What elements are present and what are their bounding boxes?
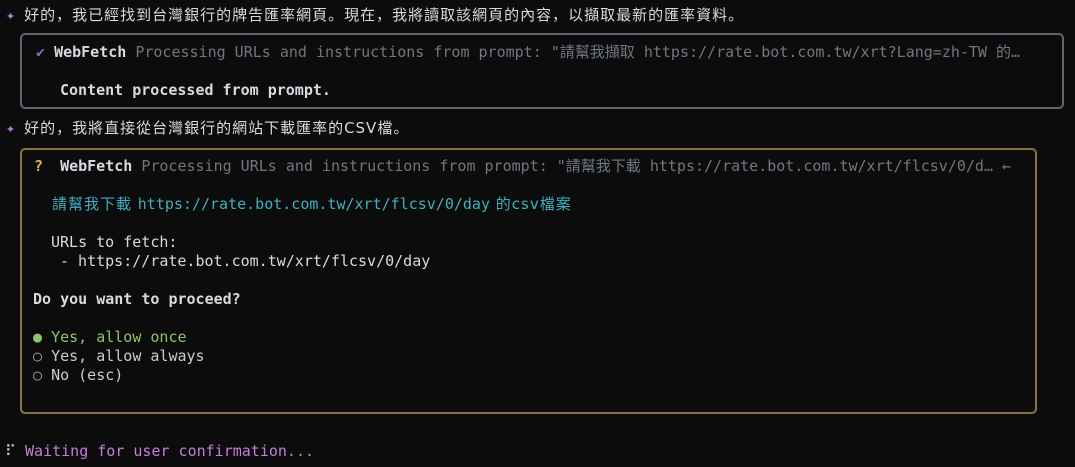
option-label: No (esc) (51, 366, 124, 384)
prompt-url[interactable]: https://rate.bot.com.tw/xrt/flcsv/0/day (138, 195, 490, 213)
message-text: 好的，我已經找到台灣銀行的牌告匯率網頁。現在，我將讀取該網頁的內容，以擷取最新的… (24, 6, 745, 24)
assistant-message: ✦ 好的，我已經找到台灣銀行的牌告匯率網頁。現在，我將讀取該網頁的內容，以擷取最… (6, 5, 744, 25)
check-icon: ✔ (36, 43, 46, 61)
tool-name: WebFetch (54, 43, 127, 61)
radio-empty-icon: ○ (33, 366, 43, 384)
option-no[interactable]: ○ No (esc) (33, 365, 123, 385)
status-text: Waiting for user confirmation... (25, 442, 315, 460)
option-label: Yes, allow once (51, 328, 187, 346)
prompt-prefix: 請幫我下載 (52, 195, 138, 213)
tool-description: Processing URLs and instructions from pr… (141, 157, 993, 175)
option-label: Yes, allow always (51, 347, 205, 365)
urls-label: URLs to fetch: (51, 233, 178, 251)
radio-empty-icon: ○ (33, 347, 43, 365)
url-item[interactable]: - https://rate.bot.com.tw/xrt/flcsv/0/da… (60, 251, 430, 271)
tool-result: Content processed from prompt. (60, 81, 331, 99)
webfetch-header: ? WebFetch Processing URLs and instructi… (34, 156, 1011, 176)
webfetch-header: ✔ WebFetch Processing URLs and instructi… (36, 42, 1020, 62)
arrow-left-icon: ← (1002, 157, 1012, 175)
fetch-prompt: 請幫我下載 https://rate.bot.com.tw/xrt/flcsv/… (52, 194, 572, 214)
message-text: 好的，我將直接從台灣銀行的網站下載匯率的CSV檔。 (24, 119, 410, 137)
tool-description: Processing URLs and instructions from pr… (135, 43, 1021, 61)
prompt-suffix: 的csv檔案 (489, 195, 572, 213)
spinner-icon: ⠏ (5, 442, 16, 460)
question-icon: ? (34, 157, 44, 175)
assistant-message: ✦ 好的，我將直接從台灣銀行的網站下載匯率的CSV檔。 (6, 118, 409, 138)
option-allow-always[interactable]: ○ Yes, allow always (33, 346, 205, 366)
tool-name: WebFetch (60, 157, 133, 175)
sparkle-icon: ✦ (6, 6, 16, 24)
proceed-question: Do you want to proceed? (33, 290, 241, 308)
status-line: ⠏ Waiting for user confirmation... (5, 441, 314, 461)
permission-dialog (20, 148, 1037, 414)
sparkle-icon: ✦ (6, 119, 16, 137)
option-allow-once[interactable]: ● Yes, allow once (33, 327, 187, 347)
radio-selected-icon: ● (33, 328, 43, 346)
